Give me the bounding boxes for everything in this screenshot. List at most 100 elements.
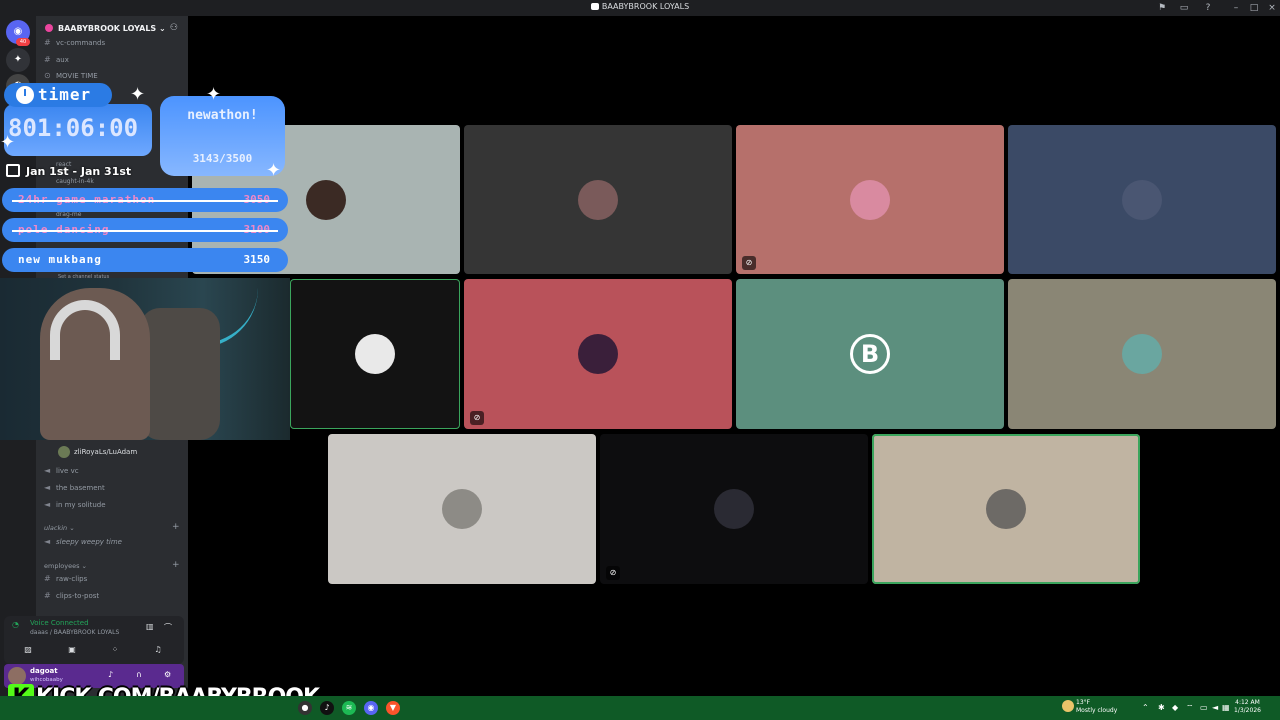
video-tile[interactable] — [872, 434, 1140, 584]
microphone-icon[interactable]: ♪ — [108, 670, 113, 679]
video-tile[interactable]: ⊘ — [600, 434, 868, 584]
timer-value: 801:06:00 — [8, 114, 139, 142]
username[interactable]: dagoat — [30, 667, 58, 675]
voice-user[interactable]: zliRoyaLs/LuAdam — [58, 446, 137, 458]
avatar — [714, 489, 754, 529]
help-icon[interactable]: ? — [1202, 2, 1214, 14]
goal-bar: pole dancing 3100 — [2, 218, 288, 242]
disconnect-icon[interactable]: ⌒ — [164, 622, 172, 633]
guild-icon — [45, 24, 53, 32]
obs-icon[interactable]: ● — [298, 701, 312, 715]
add-channel-icon[interactable]: + — [172, 522, 180, 532]
title-bar: BAABYBROOK LOYALS ⚑ ▭ ? – □ × — [0, 0, 1280, 16]
camera-icon: ⊙ — [44, 71, 51, 80]
channel-item[interactable]: # aux — [44, 53, 69, 67]
voice-channel-item[interactable]: ◄ the basement — [44, 481, 105, 495]
channel-item[interactable]: # clips-to-post — [44, 589, 99, 603]
add-channel-icon[interactable]: + — [172, 560, 180, 570]
muted-icon: ⊘ — [742, 256, 756, 270]
chair — [140, 308, 220, 440]
video-tile[interactable] — [1008, 279, 1276, 429]
calendar-icon — [6, 164, 20, 177]
video-tile[interactable] — [464, 125, 732, 274]
voice-channel-item[interactable]: ◄ live vc — [44, 464, 79, 478]
close-button[interactable]: × — [1266, 2, 1278, 14]
video-tile[interactable] — [1008, 125, 1276, 274]
avatar — [1122, 179, 1162, 220]
spotify-icon[interactable]: ≋ — [342, 701, 356, 715]
goal-target: 3150 — [243, 253, 271, 266]
avatar[interactable] — [8, 667, 26, 685]
hash-icon: # — [44, 591, 51, 600]
user-status: wihcobaaby — [30, 677, 63, 683]
timer-box: 801:06:00 — [4, 104, 152, 156]
muted-icon: ⊘ — [606, 566, 620, 580]
speaker-icon: ◄ — [44, 537, 51, 546]
video-off-button[interactable]: ▨ — [10, 642, 46, 658]
channel-item[interactable]: # vc-commands — [44, 36, 105, 50]
volume-icon[interactable]: ◄ — [1212, 703, 1218, 712]
monitor-icon[interactable]: ▭ — [1178, 2, 1190, 14]
discord-icon[interactable]: ◉ — [364, 701, 378, 715]
inbox-icon[interactable]: ⚑ — [1156, 2, 1168, 14]
video-tile[interactable] — [290, 279, 460, 429]
voice-channel-item[interactable]: ◄ in my solitude — [44, 498, 106, 512]
subathon-title: newathon! — [187, 108, 258, 123]
video-tile[interactable]: ⊘ — [464, 279, 732, 429]
category-header[interactable]: employees ⌄ + — [44, 560, 180, 570]
invite-icon[interactable]: ⚇ — [170, 23, 178, 33]
shield-icon[interactable]: ◆ — [1172, 703, 1178, 712]
avatar — [1122, 334, 1162, 374]
avatar — [578, 179, 618, 220]
voice-status[interactable]: Voice Connected — [30, 619, 89, 627]
signal-icon: ◔ — [12, 620, 19, 629]
weather-widget[interactable]: 13°F Mostly cloudy — [1076, 699, 1117, 715]
system-clock[interactable]: 4:12 AM 1/3/2026 — [1234, 699, 1261, 715]
sparkle-icon: ✦ — [0, 132, 16, 153]
discord-icon — [590, 3, 599, 10]
bluetooth-icon[interactable]: ✱ — [1158, 703, 1165, 712]
server-icon[interactable]: ✦ — [6, 48, 30, 72]
minimize-button[interactable]: – — [1230, 2, 1242, 14]
channel-item[interactable]: # raw-clips — [44, 572, 87, 586]
brave-icon[interactable]: ▼ — [386, 701, 400, 715]
strikethrough — [12, 200, 278, 202]
avatar — [850, 179, 890, 220]
tiktok-icon[interactable]: ♪ — [320, 701, 334, 715]
network-icon[interactable]: ▦ — [1222, 703, 1230, 712]
weather-icon — [1062, 700, 1074, 712]
battery-icon[interactable]: ▭ — [1200, 703, 1208, 712]
clock-icon — [16, 86, 34, 104]
noise-suppression-icon[interactable]: ▥ — [146, 622, 154, 631]
speaker-icon: ◄ — [44, 466, 51, 475]
avatar: B — [850, 334, 890, 374]
chevron-up-icon[interactable]: ⌃ — [1142, 703, 1149, 712]
voice-location[interactable]: daaas / BAABYBROOK LOYALS — [30, 629, 119, 636]
strikethrough — [12, 230, 278, 232]
hash-icon: # — [44, 55, 51, 64]
screen-share-button[interactable]: ▣ — [54, 642, 90, 658]
sparkle-icon: ✦ — [206, 84, 222, 105]
maximize-button[interactable]: □ — [1248, 2, 1260, 14]
timer-label: timer — [4, 83, 112, 107]
taskbar: ● ♪ ≋ ◉ ▼ 13°F Mostly cloudy ⌃ ✱ ◆ ⌔ ▭ ◄… — [0, 696, 1280, 720]
video-tile[interactable] — [328, 434, 596, 584]
video-tile[interactable]: ⊘ — [736, 125, 1004, 274]
sparkle-icon: ✦ — [130, 84, 146, 105]
avatar — [355, 334, 395, 374]
headphones-icon[interactable]: ∩ — [136, 670, 142, 679]
date-range: Jan 1st - Jan 31st — [6, 164, 131, 178]
sparkle-icon: ✦ — [266, 160, 282, 181]
video-tile[interactable]: B — [736, 279, 1004, 429]
category-header[interactable]: ulackin ⌄ + — [44, 522, 180, 532]
activities-button[interactable]: ⁘ — [97, 642, 133, 658]
speaker-icon: ◄ — [44, 500, 51, 509]
wifi-icon[interactable]: ⌔ — [1186, 703, 1194, 713]
channel-item[interactable]: ⊙ MOVIE TIME — [44, 69, 98, 83]
window-title: BAABYBROOK LOYALS — [0, 2, 1280, 11]
voice-channel-item[interactable]: ◄ sleepy weepy time — [44, 535, 122, 549]
soundboard-button[interactable]: ♫ — [140, 642, 176, 658]
muted-icon: ⊘ — [470, 411, 484, 425]
webcam-feed — [0, 278, 290, 440]
settings-icon[interactable]: ⚙ — [164, 670, 171, 679]
